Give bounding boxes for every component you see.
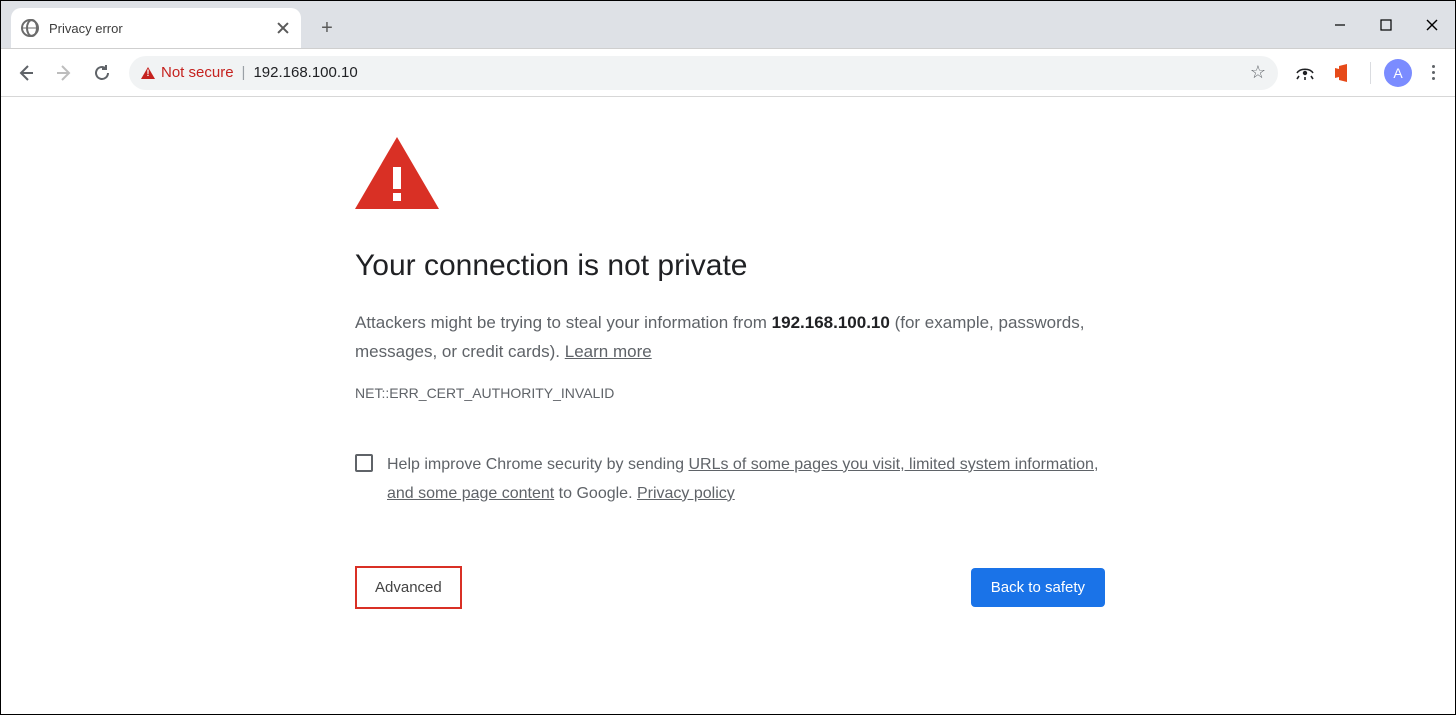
learn-more-link[interactable]: Learn more xyxy=(565,342,652,361)
warning-body: Attackers might be trying to steal your … xyxy=(355,309,1105,367)
separator: | xyxy=(242,64,246,81)
error-code: NET::ERR_CERT_AUTHORITY_INVALID xyxy=(355,385,1105,401)
plus-icon: + xyxy=(321,18,333,38)
host-name: 192.168.100.10 xyxy=(772,313,890,332)
separator xyxy=(1370,62,1371,84)
address-bar[interactable]: Not secure | 192.168.100.10 ☆ xyxy=(129,56,1278,90)
close-window-button[interactable] xyxy=(1409,9,1455,41)
extension-eye-icon[interactable] xyxy=(1288,56,1322,90)
maximize-button[interactable] xyxy=(1363,9,1409,41)
page-heading: Your connection is not private xyxy=(355,249,1105,283)
avatar-circle: A xyxy=(1384,59,1412,87)
back-to-safety-button[interactable]: Back to safety xyxy=(971,568,1105,607)
warning-triangle-icon xyxy=(355,137,439,209)
globe-icon xyxy=(21,19,39,37)
optin-checkbox[interactable] xyxy=(355,454,373,472)
privacy-policy-link[interactable]: Privacy policy xyxy=(637,485,735,502)
not-secure-label: Not secure xyxy=(161,64,234,81)
advanced-button[interactable]: Advanced xyxy=(355,566,462,609)
url-text: 192.168.100.10 xyxy=(253,64,357,81)
forward-button[interactable] xyxy=(47,56,81,90)
warning-triangle-icon xyxy=(141,67,155,79)
browser-tab[interactable]: Privacy error xyxy=(11,8,301,48)
extension-office-icon[interactable] xyxy=(1326,56,1360,90)
optin-row: Help improve Chrome security by sending … xyxy=(355,451,1105,509)
close-tab-button[interactable] xyxy=(275,20,291,36)
titlebar: Privacy error + xyxy=(1,1,1455,49)
toolbar: Not secure | 192.168.100.10 ☆ A xyxy=(1,49,1455,97)
minimize-button[interactable] xyxy=(1317,9,1363,41)
bookmark-star-icon[interactable]: ☆ xyxy=(1250,62,1266,83)
button-row: Advanced Back to safety xyxy=(355,566,1105,609)
reload-button[interactable] xyxy=(85,56,119,90)
chrome-menu-button[interactable] xyxy=(1419,65,1447,80)
back-button[interactable] xyxy=(9,56,43,90)
interstitial-page: Your connection is not private Attackers… xyxy=(1,97,1455,609)
security-indicator[interactable]: Not secure xyxy=(141,64,234,81)
profile-avatar[interactable]: A xyxy=(1381,56,1415,90)
optin-label: Help improve Chrome security by sending … xyxy=(387,451,1105,509)
new-tab-button[interactable]: + xyxy=(311,12,343,44)
tab-title: Privacy error xyxy=(49,21,275,36)
window-controls xyxy=(1317,1,1455,48)
